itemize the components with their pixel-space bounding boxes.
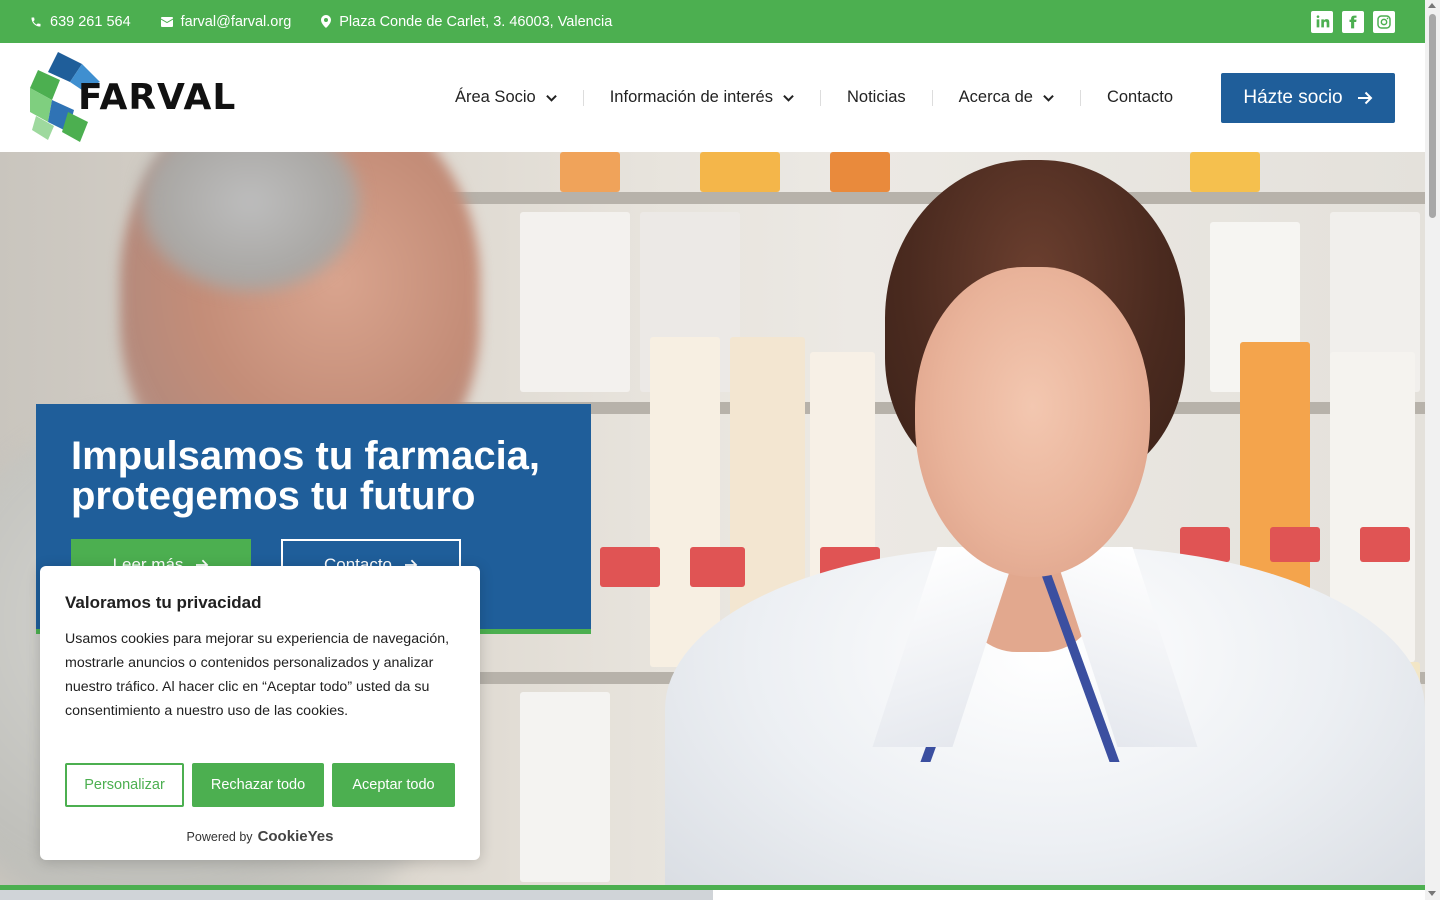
cookie-consent-banner: Valoramos tu privacidad Usamos cookies p…: [40, 566, 480, 860]
facebook-icon: [1349, 15, 1357, 29]
pharmacist-figure: [915, 267, 1150, 577]
hero-title: Impulsamos tu farmacia, protegemos tu fu…: [71, 434, 541, 518]
phone-icon: [31, 17, 41, 26]
nav-separator: [1079, 89, 1081, 106]
scroll-up-arrow-icon[interactable]: [1428, 3, 1436, 8]
nav-label: Área Socio: [455, 88, 536, 106]
logo-text: FARVAL: [78, 77, 237, 118]
farval-logo[interactable]: FARVAL: [30, 52, 235, 144]
email-link[interactable]: farval@farval.org: [160, 13, 292, 30]
nav-label: Información de interés: [609, 88, 773, 106]
address-text: Plaza Conde de Carlet, 3. 46003, Valenci…: [339, 13, 613, 30]
cookie-title: Valoramos tu privacidad: [65, 593, 262, 612]
top-contact-bar: 639 261 564 farval@farval.org Plaza Cond…: [0, 0, 1425, 43]
powered-by: Powered by CookieYes: [40, 828, 480, 845]
cookie-text: Usamos cookies para mejorar su experienc…: [65, 631, 450, 719]
nav-label: Contacto: [1106, 88, 1174, 106]
nav-item-noticias[interactable]: Noticias: [847, 88, 906, 107]
price-tag: [1360, 527, 1410, 562]
scroll-down-arrow-icon[interactable]: [1428, 891, 1436, 896]
map-pin-icon: [321, 15, 332, 28]
linkedin-icon: [1316, 15, 1330, 28]
join-button-label: Házte socio: [1243, 87, 1343, 108]
nav-item-area-socio[interactable]: Área Socio: [455, 88, 557, 107]
email-text: farval@farval.org: [180, 13, 292, 30]
price-tag: [690, 547, 745, 587]
nav-label: Noticias: [846, 88, 906, 106]
join-button[interactable]: Házte socio: [1221, 73, 1395, 123]
price-tag: [1270, 527, 1320, 562]
shelf: [380, 192, 1425, 204]
envelope-icon: [160, 16, 173, 27]
cookieyes-logo[interactable]: CookieYes: [258, 828, 334, 845]
product-box: [560, 152, 620, 192]
page-scrollbar[interactable]: [1425, 0, 1440, 900]
product-box: [650, 337, 720, 667]
reject-all-button[interactable]: Rechazar todo: [192, 763, 324, 807]
address-link[interactable]: Plaza Conde de Carlet, 3. 46003, Valenci…: [321, 14, 612, 30]
nav-separator: [819, 89, 821, 106]
chevron-down-icon: [1043, 94, 1054, 102]
social-links: [1311, 11, 1395, 33]
scrollbar-thumb[interactable]: [1429, 14, 1436, 218]
chevron-down-icon: [545, 94, 557, 102]
next-section-peek: [0, 890, 1425, 900]
next-section-image: [0, 890, 713, 900]
powered-by-text: Powered by: [186, 830, 253, 844]
instagram-icon: [1377, 15, 1391, 29]
nav-separator: [582, 89, 584, 106]
product-box: [1190, 152, 1260, 192]
product-box: [520, 212, 630, 392]
nav-item-contacto[interactable]: Contacto: [1107, 88, 1173, 107]
chevron-down-icon: [783, 94, 794, 102]
phone-link[interactable]: 639 261 564: [30, 14, 131, 30]
site-header: FARVAL Área Socio Información de interés…: [0, 43, 1425, 152]
nav-item-acerca-de[interactable]: Acerca de: [959, 88, 1054, 107]
linkedin-button[interactable]: [1311, 11, 1333, 33]
main-nav: Área Socio Información de interés Notici…: [455, 43, 1173, 152]
price-tag: [600, 547, 660, 587]
nav-label: Acerca de: [958, 88, 1033, 106]
nav-separator: [931, 89, 933, 106]
product-box: [830, 152, 890, 192]
accept-all-button[interactable]: Aceptar todo: [332, 763, 455, 807]
nav-item-informacion[interactable]: Información de interés: [610, 88, 794, 107]
product-box: [520, 692, 610, 882]
arrow-right-icon: [1357, 91, 1373, 105]
instagram-button[interactable]: [1373, 11, 1395, 33]
product-box: [700, 152, 780, 192]
phone-text: 639 261 564: [50, 13, 131, 30]
facebook-button[interactable]: [1342, 11, 1364, 33]
customize-cookies-button[interactable]: Personalizar: [65, 763, 184, 807]
